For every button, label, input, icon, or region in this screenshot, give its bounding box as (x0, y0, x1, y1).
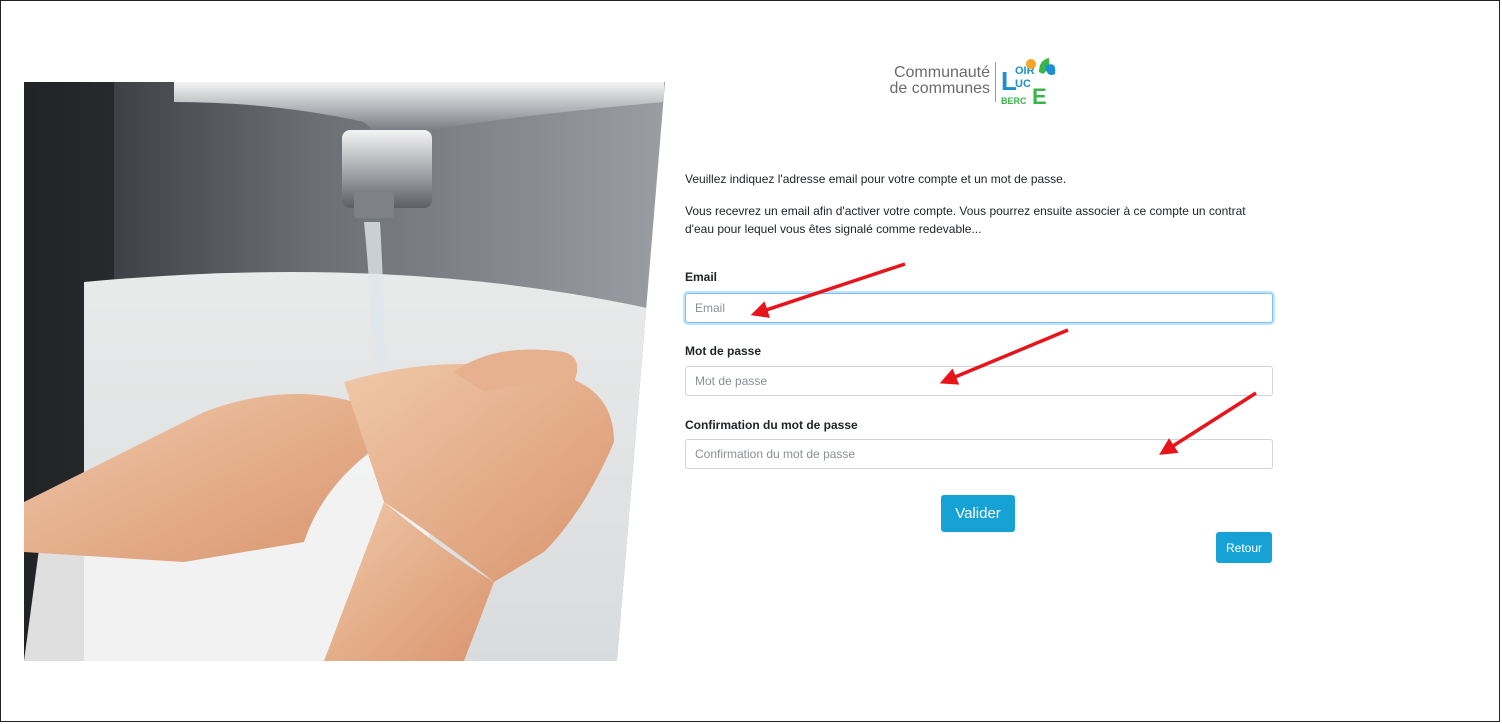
logo-mark-uc: UC (1015, 78, 1031, 90)
logo-line-2: de communes (889, 80, 991, 97)
logo-line-1: Communauté (893, 64, 990, 81)
confirm-password-label: Confirmation du mot de passe (685, 418, 858, 432)
logo-separator (995, 62, 996, 102)
submit-button[interactable]: Valider (941, 495, 1015, 532)
confirm-password-field[interactable] (685, 439, 1273, 469)
back-button[interactable]: Retour (1216, 532, 1272, 563)
intro-text-2: Vous recevrez un email afin d'activer vo… (685, 204, 1246, 236)
logo-mark-e: E (1032, 84, 1047, 108)
logo-text: Communauté de communes (890, 65, 991, 97)
email-field[interactable] (685, 293, 1273, 323)
hero-photo (24, 82, 665, 661)
logo-mark-berc: BERC (1001, 96, 1027, 106)
logo-mark: L OIR UC BERC E (1001, 58, 1056, 108)
intro-text-1: Veuillez indiquez l'adresse email pour v… (685, 172, 1067, 186)
site-logo: Communauté de communes L OIR UC BERC E (868, 56, 1058, 108)
email-label: Email (685, 270, 718, 284)
password-field[interactable] (685, 366, 1273, 396)
password-label: Mot de passe (685, 344, 762, 358)
